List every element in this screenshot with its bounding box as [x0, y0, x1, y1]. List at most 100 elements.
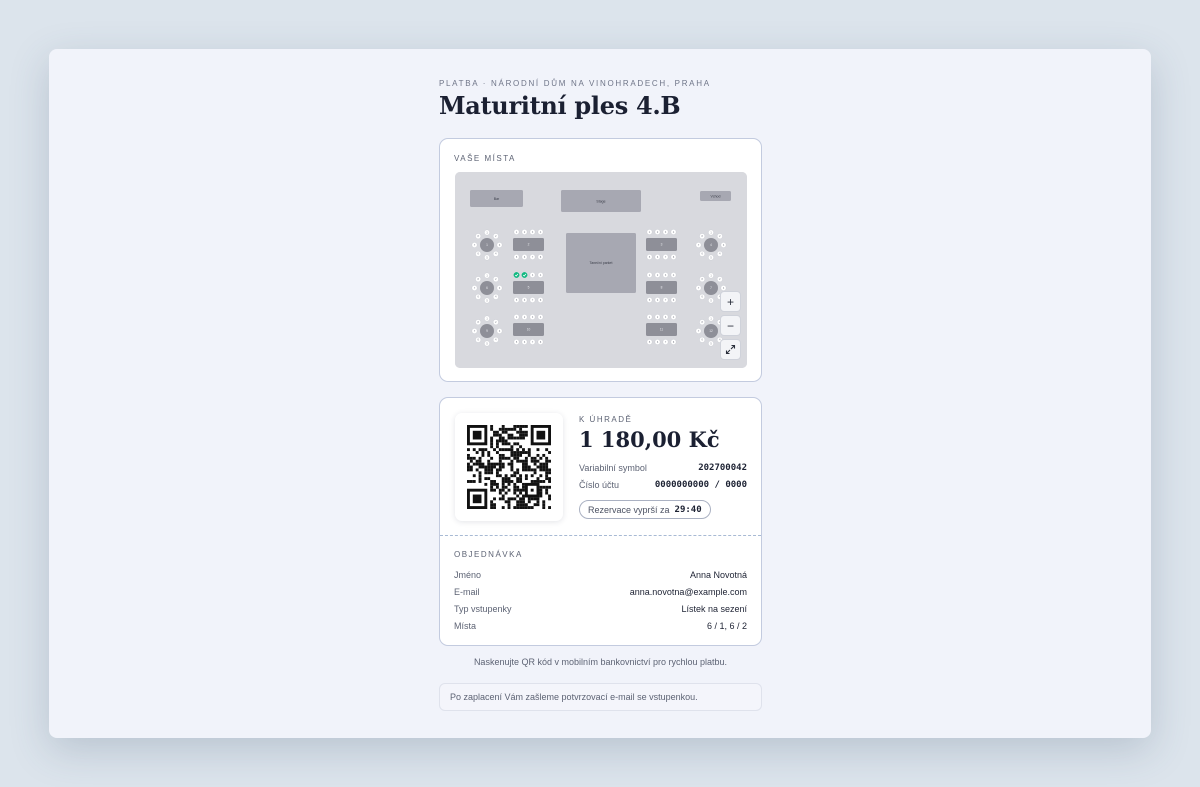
- seat-map-canvas[interactable]: BarStageVchodTaneční parket1123456784123…: [455, 172, 747, 368]
- order-section-label: OBJEDNÁVKA: [454, 550, 523, 559]
- table-label: 5: [528, 285, 530, 289]
- qr-module: [490, 482, 494, 486]
- qr-module: [498, 474, 502, 478]
- qr-module: [498, 439, 502, 443]
- table-label: 10: [527, 327, 531, 331]
- table-label: 9: [486, 329, 488, 333]
- qr-module: [548, 494, 551, 498]
- qr-module: [533, 468, 537, 472]
- qr-module: [467, 453, 470, 457]
- qr-module: [527, 506, 531, 509]
- qr-module: [467, 448, 470, 452]
- qr-module: [498, 448, 502, 452]
- qr-finder-core: [536, 430, 546, 440]
- qr-module: [513, 471, 517, 475]
- round-table-6: 612345678: [471, 272, 503, 304]
- qr-module: [498, 453, 502, 457]
- reservation-timer-label: Rezervace vyprší za: [588, 504, 670, 515]
- qr-module: [548, 468, 551, 472]
- table-label: 7: [710, 286, 712, 290]
- qr-module: [501, 425, 505, 428]
- qr-module: [513, 456, 517, 460]
- qr-module: [533, 480, 537, 483]
- qr-module: [516, 488, 520, 492]
- qr-module: [510, 468, 514, 472]
- order-row-ticket-type: Typ vstupenky Lístek na sezení: [454, 604, 747, 614]
- qr-module: [490, 427, 494, 431]
- qr-module: [527, 465, 531, 469]
- qr-module: [495, 485, 499, 489]
- table-label: 6: [486, 286, 488, 290]
- variable-symbol-value: 202700042: [698, 463, 747, 473]
- qr-module: [487, 459, 491, 463]
- qr-module: [510, 427, 514, 431]
- qr-module: [490, 442, 494, 446]
- qr-module: [501, 448, 505, 452]
- qr-module: [519, 453, 523, 457]
- fullscreen-button[interactable]: [720, 339, 741, 360]
- qr-module: [519, 445, 523, 449]
- qr-module: [504, 430, 508, 434]
- qr-module: [484, 471, 488, 475]
- payment-qr-code: [455, 413, 563, 521]
- zoom-in-button[interactable]: +: [720, 291, 741, 312]
- qr-module: [548, 480, 551, 483]
- qr-module: [516, 506, 520, 509]
- qr-module: [536, 497, 540, 501]
- qr-module: [472, 462, 476, 466]
- qr-module: [522, 497, 525, 501]
- qr-module: [516, 468, 520, 472]
- reservation-timer: Rezervace vyprší za 29:40: [579, 500, 711, 519]
- qr-module: [533, 471, 537, 475]
- qr-module: [469, 465, 473, 469]
- variable-symbol-label: Variabilní symbol: [579, 463, 647, 473]
- qr-module: [524, 503, 528, 507]
- qr-module: [539, 491, 543, 495]
- qr-module: [522, 488, 525, 492]
- qr-module: [487, 465, 491, 469]
- qr-module: [493, 465, 496, 469]
- qr-module: [522, 465, 525, 469]
- qr-module: [513, 451, 517, 454]
- qr-module: [478, 471, 482, 475]
- qr-module: [522, 494, 525, 498]
- qr-module: [545, 459, 549, 463]
- qr-module: [533, 462, 537, 466]
- qr-module: [524, 474, 528, 478]
- qr-module: [524, 425, 528, 428]
- qr-module: [522, 430, 525, 434]
- qr-module: [484, 482, 488, 486]
- qr-module: [487, 451, 491, 454]
- qr-module: [542, 468, 546, 472]
- qr-module: [493, 506, 496, 509]
- qr-module: [519, 436, 523, 440]
- qr-module: [519, 430, 523, 434]
- qr-module: [507, 448, 511, 452]
- qr-module: [504, 439, 508, 443]
- amount-due: 1 180,00 Kč: [579, 427, 720, 452]
- qr-module: [467, 465, 470, 469]
- qr-module: [475, 468, 479, 472]
- qr-module: [516, 451, 520, 454]
- table-label: 2: [528, 242, 530, 246]
- qr-module: [542, 485, 546, 489]
- qr-module: [516, 453, 520, 457]
- qr-module: [548, 471, 551, 475]
- qr-module: [469, 459, 473, 463]
- table-label: 11: [660, 327, 664, 331]
- qr-module: [536, 459, 540, 463]
- dance-floor-label: Taneční parket: [590, 261, 613, 265]
- seat-map[interactable]: Bar Stage Vchod Taneční parket 1 1 2 3 4 5 6 7 8 4 1 2 3…: [455, 172, 747, 368]
- round-table-1: 112345678: [471, 229, 503, 261]
- zoom-out-button[interactable]: −: [720, 315, 741, 336]
- bar-label: Bar: [494, 197, 500, 201]
- qr-module: [510, 480, 514, 483]
- qr-module: [536, 500, 540, 504]
- qr-module: [484, 468, 488, 472]
- qr-module: [472, 448, 476, 452]
- payment-card: K ÚHRADĚ 1 180,00 Kč Variabilní symbol 2…: [439, 397, 762, 646]
- qr-module: [481, 453, 485, 457]
- qr-module: [522, 459, 525, 463]
- qr-module: [539, 474, 543, 478]
- qr-module: [498, 488, 502, 492]
